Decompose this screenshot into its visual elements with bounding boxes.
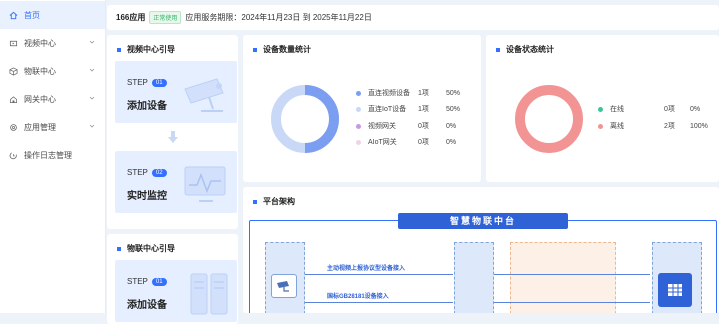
log-icon	[8, 150, 18, 160]
sidebar-item-label: 物联中心	[24, 66, 56, 76]
sidebar-item-label: 视频中心	[24, 38, 56, 48]
flow-label-gb28181: 国标GB28181设备接入	[327, 294, 389, 300]
iot-guide-card: 物联中心引导 STEP 01 添加设备	[107, 234, 238, 324]
legend-dot	[356, 123, 361, 129]
card-title: 设备状态统计	[496, 44, 554, 55]
legend-row: 直连IoT设备 1项 50%	[356, 104, 466, 114]
sidebar-item-label: 操作日志管理	[24, 150, 72, 160]
step-title: 添加设备	[127, 101, 167, 112]
step-title: 添加设备	[127, 300, 167, 311]
step-add-device[interactable]: STEP 01 添加设备	[115, 61, 237, 123]
step-label: STEP 01	[127, 277, 167, 286]
step-label: STEP 02	[127, 168, 167, 177]
device-count-donut-chart	[271, 85, 339, 153]
legend-row: 离线 2项 100%	[598, 121, 708, 131]
legend-dot	[356, 106, 361, 112]
app-block-icon	[658, 273, 692, 307]
legend-row: AIoT网关 0项 0%	[356, 137, 466, 147]
flow-line	[305, 302, 453, 303]
device-status-card: 设备状态统计 在线 0项 0% 离线 2项 100%	[486, 35, 719, 182]
app-info-bar: 166应用 正常使用 应用服务期限：2024年11月23日 到 2025年11月…	[107, 5, 719, 30]
legend-row: 在线 0项 0%	[598, 104, 708, 114]
card-title: 平台架构	[253, 196, 295, 207]
video-guide-card: 视频中心引导 STEP 01 添加设备 STEP 02 实时监控	[107, 35, 238, 229]
iot-cube-icon	[8, 66, 18, 76]
device-count-card: 设备数量统计 直连视频设备 1项 50% 直连IoT设备 1项 50% 视频网关 0项 0%…	[243, 35, 481, 182]
chevron-down-icon	[89, 122, 95, 131]
camera-device-icon	[271, 274, 297, 298]
service-period: 应用服务期限：2024年11月23日 到 2025年11月22日	[185, 13, 372, 22]
sidebar-item-label: 网关中心	[24, 94, 56, 104]
app-name: 166应用	[116, 13, 146, 22]
platform-header: 智慧物联中台	[398, 213, 568, 229]
sidebar-item-label: 首页	[24, 10, 40, 20]
sidebar-item-video[interactable]: 视频中心	[0, 29, 105, 57]
video-icon	[8, 38, 18, 48]
platform-architecture-card: 平台架构 智慧物联中台 主动视频上报协议型设备接入 国标GB28181设备接入	[243, 187, 719, 313]
sidebar: 首页 视频中心 物联中心 网关中心 应用管理 操作日志管理	[0, 0, 106, 313]
monitor-illustration-icon	[184, 166, 226, 202]
sidebar-item-app-manage[interactable]: 应用管理	[0, 113, 105, 141]
flow-label-active-report: 主动视频上报协议型设备接入	[327, 266, 406, 272]
card-title: 物联中心引导	[117, 243, 175, 254]
sidebar-item-label: 应用管理	[24, 122, 56, 132]
flow-line	[494, 302, 650, 303]
legend-dot	[598, 106, 603, 112]
flow-line	[494, 274, 650, 275]
card-title: 设备数量统计	[253, 44, 311, 55]
chevron-down-icon	[89, 38, 95, 47]
legend-dot	[356, 139, 361, 145]
status-badge: 正常使用	[149, 11, 182, 24]
gear-icon	[8, 122, 18, 132]
sidebar-item-gateway[interactable]: 网关中心	[0, 85, 105, 113]
arrow-down-icon	[168, 131, 178, 143]
home-icon	[8, 10, 18, 20]
gateway-icon	[8, 94, 18, 104]
step-title: 实时监控	[127, 191, 167, 202]
device-status-donut-chart	[515, 85, 583, 153]
camera-illustration-icon	[184, 78, 224, 112]
sidebar-item-iot[interactable]: 物联中心	[0, 57, 105, 85]
chevron-down-icon	[89, 66, 95, 75]
chevron-down-icon	[89, 94, 95, 103]
legend-dot	[598, 123, 603, 129]
sidebar-item-home[interactable]: 首页	[0, 1, 105, 29]
card-title: 视频中心引导	[117, 44, 175, 55]
step-label: STEP 01	[127, 78, 167, 87]
sidebar-item-log[interactable]: 操作日志管理	[0, 141, 105, 169]
flow-line	[305, 274, 453, 275]
legend-row: 视频网关 0项 0%	[356, 121, 466, 131]
step-live-monitor[interactable]: STEP 02 实时监控	[115, 151, 237, 213]
access-lane	[454, 242, 494, 313]
legend-row: 直连视频设备 1项 50%	[356, 88, 466, 98]
legend-dot	[356, 90, 361, 96]
